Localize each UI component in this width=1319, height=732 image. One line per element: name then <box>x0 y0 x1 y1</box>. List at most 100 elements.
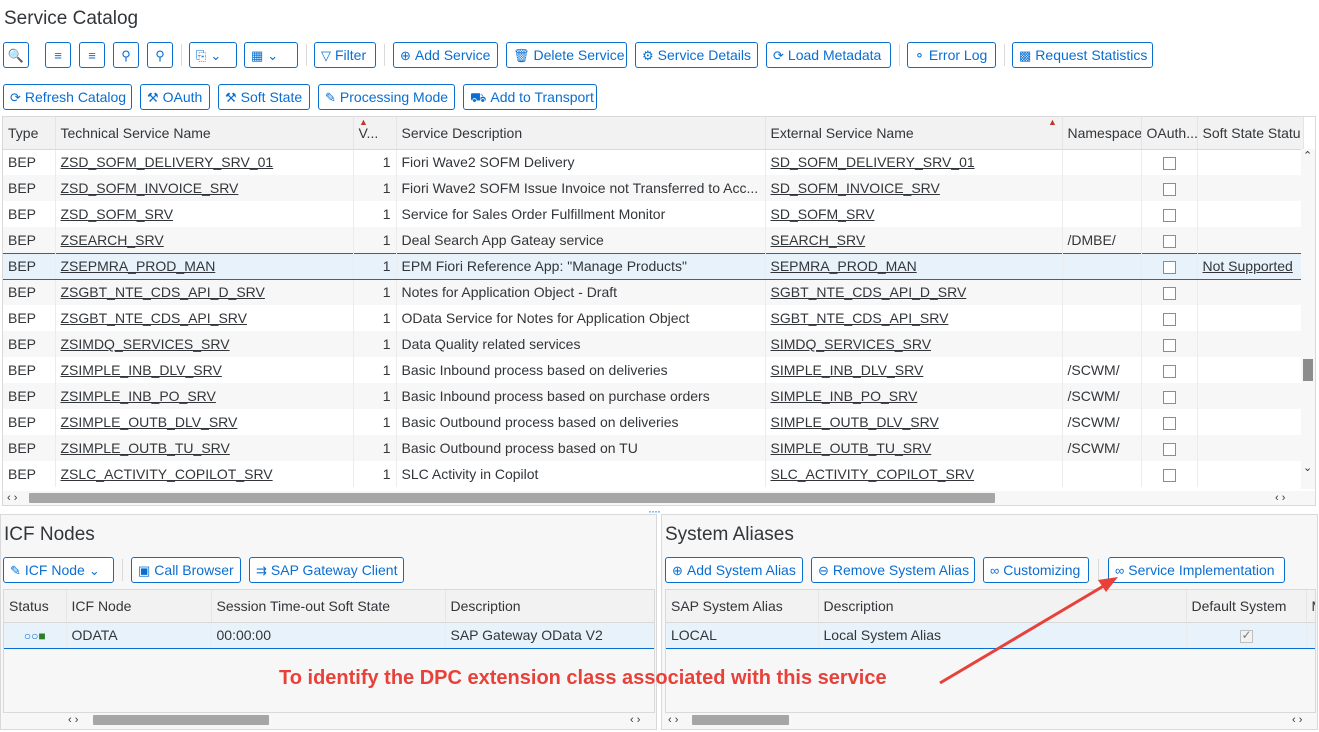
oauth-checkbox[interactable] <box>1162 234 1176 248</box>
layout-dropdown-button[interactable]: ▦ ⌄ <box>244 42 298 68</box>
scroll-right-icon[interactable]: ‹ › <box>1292 714 1302 726</box>
filter-button[interactable]: ▽ Filter <box>314 42 376 68</box>
table-row[interactable]: BEP ZSEPMRA_PROD_MAN 1 EPM Fiori Reference … <box>3 252 1304 280</box>
column-header-description[interactable]: Description <box>445 590 654 623</box>
catalog-horizontal-scrollbar[interactable]: ‹ › ‹ › <box>3 491 1315 505</box>
column-header-status[interactable]: Status <box>4 590 67 623</box>
oauth-checkbox[interactable] <box>1162 416 1176 430</box>
find-button[interactable]: ⚲ <box>113 42 139 68</box>
external-service-name-link[interactable]: SGBT_NTE_CDS_API_D_SRV <box>771 284 967 300</box>
oauth-checkbox[interactable] <box>1162 312 1176 326</box>
export-dropdown-button[interactable]: ⎘ ⌄ <box>189 42 237 68</box>
soft-state-cell[interactable]: Not Supported <box>1203 258 1293 274</box>
table-row[interactable]: BEP ZSLC_ACTIVITY_COPILOT_SRV 1 SLC Activit… <box>3 461 1304 487</box>
column-header-sap-system-alias[interactable]: SAP System Alias <box>666 590 819 623</box>
call-browser-button[interactable]: ▣ Call Browser <box>131 557 241 583</box>
customizing-button[interactable]: ∞ Customizing <box>983 557 1089 583</box>
table-row[interactable]: BEP ZSIMDQ_SERVICES_SRV 1 Data Quality rela… <box>3 331 1304 357</box>
table-row[interactable]: BEP ZSGBT_NTE_CDS_API_D_SRV 1 Notes for App… <box>3 279 1304 305</box>
column-header-oauth[interactable]: OAuth... <box>1141 117 1198 150</box>
external-service-name-link[interactable]: SD_SOFM_SRV <box>771 206 875 222</box>
oauth-checkbox[interactable] <box>1162 442 1176 456</box>
add-system-alias-button[interactable]: ⊕ Add System Alias <box>665 557 803 583</box>
scrollbar-thumb[interactable] <box>1303 359 1313 381</box>
scrollbar-thumb[interactable] <box>692 715 789 725</box>
scrollbar-thumb[interactable] <box>29 493 995 503</box>
sort-descending-button[interactable]: ≡ <box>79 42 105 68</box>
scroll-left-icon[interactable]: ‹ › <box>68 714 78 726</box>
oauth-checkbox[interactable] <box>1162 287 1176 301</box>
oauth-checkbox[interactable] <box>1162 157 1176 171</box>
column-header-service-description[interactable]: Service Description <box>396 117 766 150</box>
column-header-namespace[interactable]: Namespace <box>1062 117 1142 150</box>
technical-service-name-link[interactable]: ZSIMDQ_SERVICES_SRV <box>61 336 230 352</box>
remove-system-alias-button[interactable]: ⊖ Remove System Alias <box>811 557 975 583</box>
icf-horizontal-scrollbar[interactable]: ‹ › ‹ › <box>64 713 654 727</box>
oauth-button[interactable]: ⚒ OAuth <box>140 84 210 110</box>
catalog-vertical-scrollbar[interactable]: ⌃ ⌄ <box>1301 149 1315 489</box>
table-row[interactable]: BEP ZSGBT_NTE_CDS_API_SRV 1 OData Service f… <box>3 305 1304 331</box>
external-service-name-link[interactable]: SIMDQ_SERVICES_SRV <box>771 336 932 352</box>
table-row[interactable]: BEP ZSIMPLE_INB_PO_SRV 1 Basic Inbound proc… <box>3 383 1304 409</box>
table-row[interactable]: BEP ZSIMPLE_OUTB_TU_SRV 1 Basic Outbound pr… <box>3 435 1304 461</box>
external-service-name-link[interactable]: SEPMRA_PROD_MAN <box>771 258 917 274</box>
scroll-left-icon[interactable]: ‹ › <box>668 714 678 726</box>
scroll-up-icon[interactable]: ⌃ <box>1303 149 1312 162</box>
table-row[interactable]: LOCAL Local System Alias <box>666 621 1315 649</box>
scroll-left-icon[interactable]: ‹ › <box>7 492 17 504</box>
column-header-m[interactable]: M <box>1306 590 1315 623</box>
external-service-name-link[interactable]: SIMPLE_OUTB_DLV_SRV <box>771 414 939 430</box>
technical-service-name-link[interactable]: ZSEPMRA_PROD_MAN <box>61 258 216 274</box>
table-row[interactable]: BEP ZSD_SOFM_SRV 1 Service for Sales Order … <box>3 201 1304 227</box>
external-service-name-link[interactable]: SEARCH_SRV <box>771 232 866 248</box>
oauth-checkbox[interactable] <box>1162 182 1176 196</box>
column-header-external-service-name[interactable]: External Service Name <box>765 117 1063 150</box>
error-log-button[interactable]: ⚬ Error Log <box>907 42 996 68</box>
service-implementation-button[interactable]: ∞ Service Implementation <box>1108 557 1285 583</box>
scroll-right-icon[interactable]: ‹ › <box>1275 492 1285 504</box>
oauth-checkbox[interactable] <box>1162 468 1176 482</box>
column-header-soft-state-status[interactable]: Soft State Statu <box>1197 117 1304 150</box>
external-service-name-link[interactable]: SIMPLE_INB_PO_SRV <box>771 388 918 404</box>
column-header-default-system[interactable]: Default System <box>1186 590 1307 623</box>
technical-service-name-link[interactable]: ZSGBT_NTE_CDS_API_SRV <box>61 310 247 326</box>
aliases-horizontal-scrollbar[interactable]: ‹ › ‹ › <box>664 713 1316 727</box>
technical-service-name-link[interactable]: ZSGBT_NTE_CDS_API_D_SRV <box>61 284 265 300</box>
refresh-catalog-button[interactable]: ⟳ Refresh Catalog <box>3 84 132 110</box>
technical-service-name-link[interactable]: ZSD_SOFM_SRV <box>61 206 174 222</box>
add-service-button[interactable]: ⊕ Add Service <box>393 42 498 68</box>
technical-service-name-link[interactable]: ZSEARCH_SRV <box>61 232 164 248</box>
technical-service-name-link[interactable]: ZSIMPLE_INB_DLV_SRV <box>61 362 222 378</box>
sort-ascending-button[interactable]: ≡ <box>45 42 71 68</box>
find-next-button[interactable]: ⚲ <box>147 42 173 68</box>
technical-service-name-link[interactable]: ZSLC_ACTIVITY_COPILOT_SRV <box>61 466 273 482</box>
table-row[interactable]: BEP ZSIMPLE_OUTB_DLV_SRV 1 Basic Outbound p… <box>3 409 1304 435</box>
table-row[interactable]: BEP ZSD_SOFM_DELIVERY_SRV_01 1 Fiori Wave2 … <box>3 149 1304 175</box>
column-header-technical-service-name[interactable]: Technical Service Name <box>55 117 354 150</box>
technical-service-name-link[interactable]: ZSIMPLE_INB_PO_SRV <box>61 388 216 404</box>
scroll-right-icon[interactable]: ‹ › <box>630 714 640 726</box>
table-row[interactable]: BEP ZSIMPLE_INB_DLV_SRV 1 Basic Inbound pro… <box>3 357 1304 383</box>
external-service-name-link[interactable]: SLC_ACTIVITY_COPILOT_SRV <box>771 466 975 482</box>
column-header-description[interactable]: Description <box>818 590 1187 623</box>
oauth-checkbox[interactable] <box>1162 208 1176 222</box>
sap-gateway-client-button[interactable]: ⇉ SAP Gateway Client <box>249 557 404 583</box>
table-row[interactable]: ○○■ ODATA 00:00:00 SAP Gateway OData V2 <box>4 621 654 649</box>
oauth-checkbox[interactable] <box>1162 338 1176 352</box>
column-header-session-timeout[interactable]: Session Time-out Soft State <box>211 590 446 623</box>
oauth-checkbox[interactable] <box>1162 364 1176 378</box>
load-metadata-button[interactable]: ⟳ Load Metadata <box>766 42 891 68</box>
scrollbar-thumb[interactable] <box>93 715 269 725</box>
zoom-button[interactable]: 🔍 <box>3 42 29 68</box>
technical-service-name-link[interactable]: ZSIMPLE_OUTB_TU_SRV <box>61 440 230 456</box>
oauth-checkbox[interactable] <box>1162 260 1176 274</box>
external-service-name-link[interactable]: SD_SOFM_DELIVERY_SRV_01 <box>771 154 975 170</box>
delete-service-button[interactable]: 🗑 Delete Service <box>506 42 627 68</box>
service-details-button[interactable]: ⚙ Service Details <box>635 42 758 68</box>
processing-mode-button[interactable]: ✎ Processing Mode <box>318 84 455 110</box>
external-service-name-link[interactable]: SGBT_NTE_CDS_API_SRV <box>771 310 949 326</box>
external-service-name-link[interactable]: SD_SOFM_INVOICE_SRV <box>771 180 940 196</box>
external-service-name-link[interactable]: SIMPLE_INB_DLV_SRV <box>771 362 924 378</box>
icf-node-dropdown-button[interactable]: ✎ ICF Node ⌄ <box>3 557 114 583</box>
technical-service-name-link[interactable]: ZSIMPLE_OUTB_DLV_SRV <box>61 414 238 430</box>
